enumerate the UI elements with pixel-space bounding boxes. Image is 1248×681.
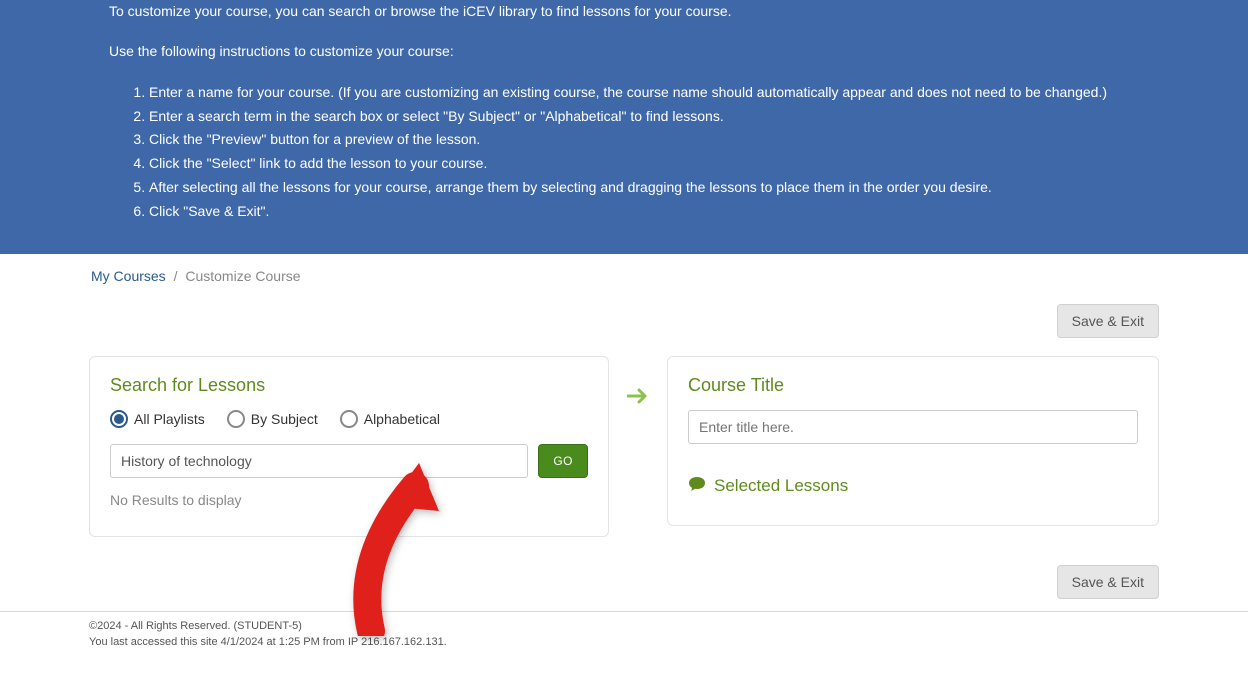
radio-icon [340, 410, 358, 428]
speech-bubble-icon [688, 476, 706, 497]
go-button[interactable]: GO [538, 444, 588, 478]
no-results-text: No Results to display [110, 492, 588, 508]
radio-by-subject[interactable]: By Subject [227, 410, 318, 428]
save-exit-button[interactable]: Save & Exit [1057, 304, 1159, 338]
banner-step: Enter a name for your course. (If you ar… [149, 81, 1139, 105]
banner-intro-2: Use the following instructions to custom… [109, 40, 1139, 62]
footer: ©2024 - All Rights Reserved. (STUDENT-5)… [89, 612, 1159, 681]
radio-alphabetical[interactable]: Alphabetical [340, 410, 440, 428]
save-exit-button-bottom[interactable]: Save & Exit [1057, 565, 1159, 599]
banner-steps-list: Enter a name for your course. (If you ar… [109, 81, 1139, 224]
banner-step: Click the "Select" link to add the lesso… [149, 152, 1139, 176]
radio-icon [227, 410, 245, 428]
search-filter-radios: All Playlists By Subject Alphabetical [110, 410, 588, 428]
radio-icon [110, 410, 128, 428]
banner-step: After selecting all the lessons for your… [149, 176, 1139, 200]
instructions-banner: To customize your course, you can search… [0, 0, 1248, 254]
banner-intro-1: To customize your course, you can search… [109, 0, 1139, 22]
course-title-heading: Course Title [688, 375, 1138, 396]
footer-last-access: You last accessed this site 4/1/2024 at … [89, 634, 1159, 651]
footer-copyright: ©2024 - All Rights Reserved. (STUDENT-5) [89, 618, 1159, 635]
breadcrumb-current: Customize Course [185, 268, 300, 284]
radio-all-playlists[interactable]: All Playlists [110, 410, 205, 428]
course-title-panel: Course Title Selected Lessons [667, 356, 1159, 526]
radio-label: All Playlists [134, 411, 205, 427]
selected-lessons-label: Selected Lessons [714, 476, 848, 496]
radio-label: By Subject [251, 411, 318, 427]
breadcrumb: My Courses / Customize Course [89, 268, 1159, 284]
search-lessons-panel: Search for Lessons All Playlists By Subj… [89, 356, 609, 537]
course-title-input[interactable] [688, 410, 1138, 444]
banner-step: Click the "Preview" button for a preview… [149, 128, 1139, 152]
breadcrumb-link-my-courses[interactable]: My Courses [91, 268, 166, 284]
arrow-right-icon [627, 384, 649, 412]
search-panel-title: Search for Lessons [110, 375, 588, 396]
radio-label: Alphabetical [364, 411, 440, 427]
search-input[interactable] [110, 444, 528, 478]
breadcrumb-separator: / [174, 268, 178, 284]
selected-lessons-heading: Selected Lessons [688, 476, 1138, 497]
banner-step: Enter a search term in the search box or… [149, 105, 1139, 129]
banner-step: Click "Save & Exit". [149, 200, 1139, 224]
